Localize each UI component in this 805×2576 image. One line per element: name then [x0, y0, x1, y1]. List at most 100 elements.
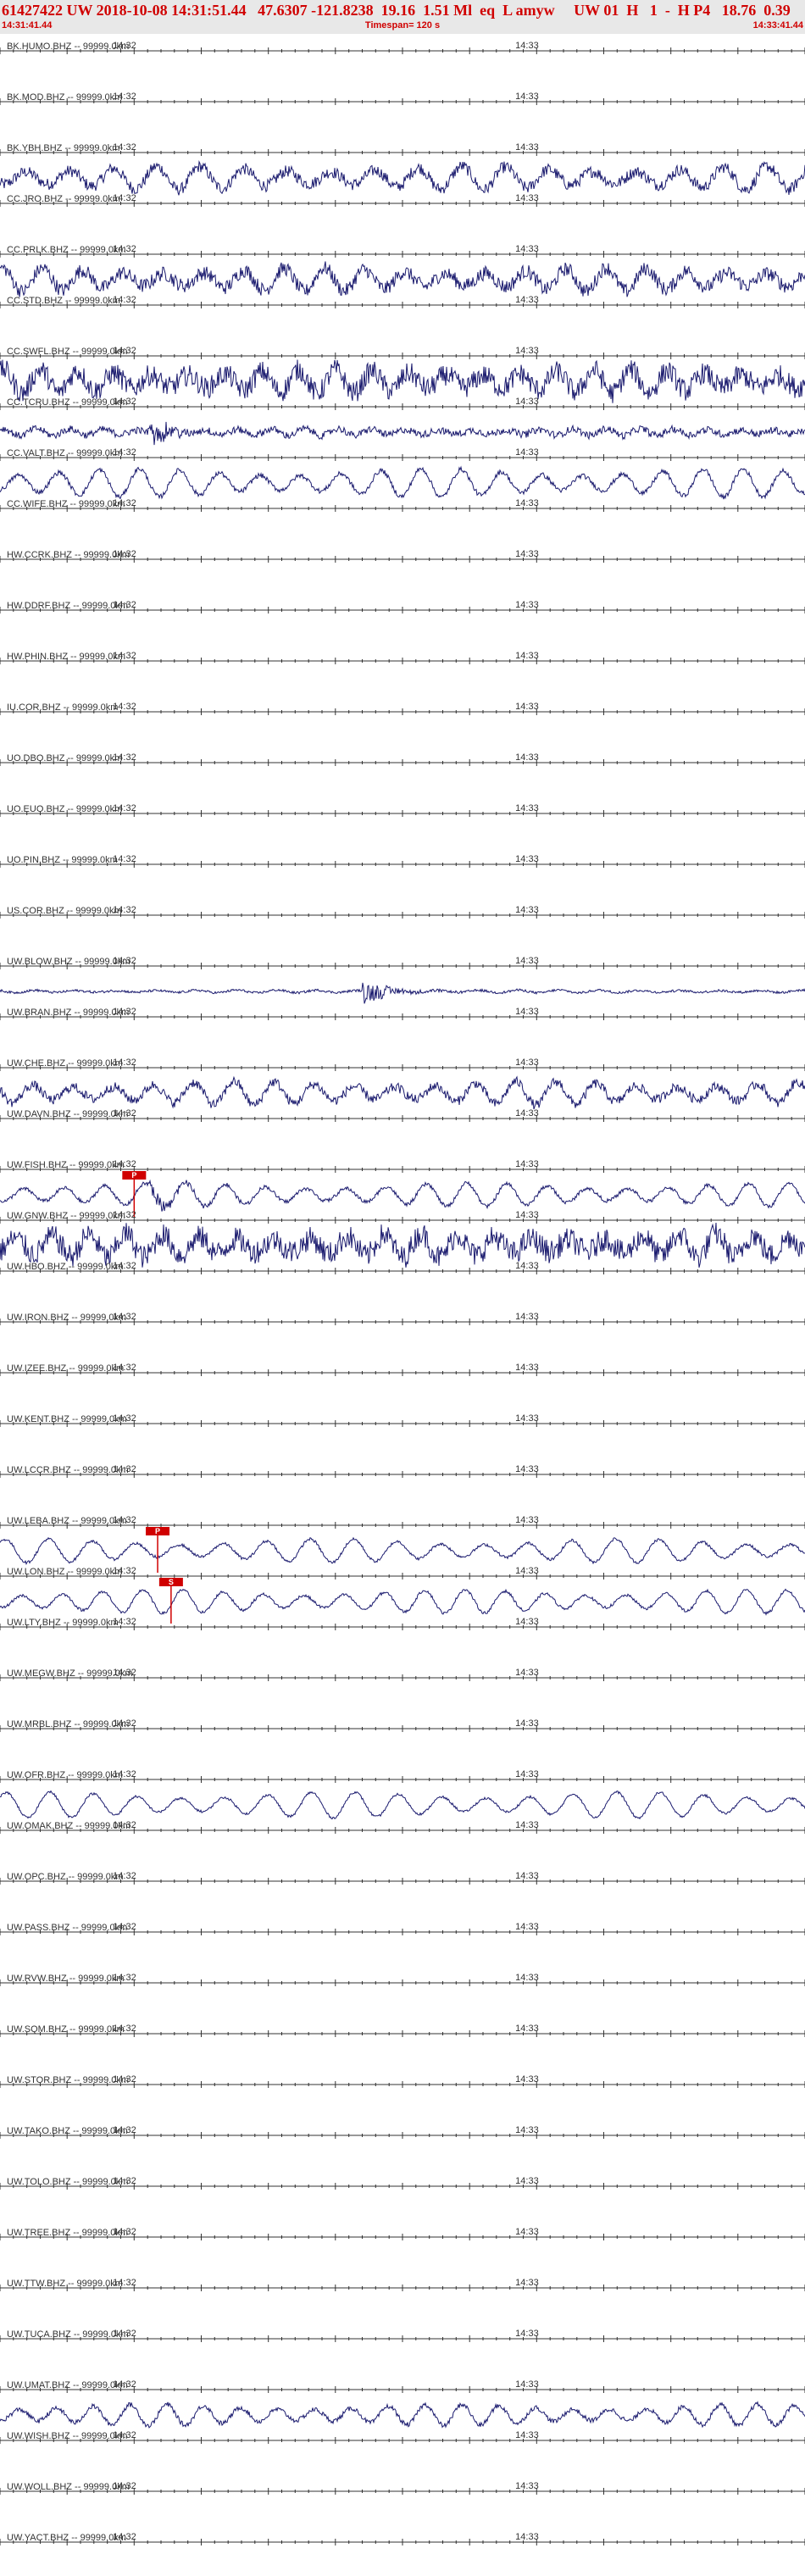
station-label: UW.OMAK.BHZ -- 99999.0km: [7, 1821, 130, 1831]
waveform-trace: [0, 1075, 805, 1110]
trace-row: 14:32 14:33UW.RVW.BHZ -- 99999.0km: [0, 1973, 805, 1986]
station-label: UW.HBO.BHZ -- 99999.0km: [7, 1262, 124, 1272]
station-label: UO.DBO.BHZ -- 99999.0km: [7, 753, 122, 763]
trace-row: 14:32 14:33UW.CHE.BHZ -- 99999.0km: [0, 1058, 805, 1110]
trace-row: 14:32 14:33UW.MEGW.BHZ -- 99999.0km: [0, 1668, 805, 1681]
station-label: UW.STOR.BHZ -- 99999.0km: [7, 2075, 129, 2085]
trace-row: 14:32 14:33UW.BLOW.BHZ -- 99999.0km: [0, 956, 805, 1004]
station-label: UW.BRAN.BHZ -- 99999.0km: [7, 1008, 129, 1018]
trace-row: 14:32 14:33UW.LEBA.BHZ -- 99999.0kmP: [0, 1515, 805, 1573]
trace-row: 14:32 14:33UW.IRON.BHZ -- 99999.0km: [0, 1312, 805, 1325]
time-tick-label: 14:33: [515, 397, 539, 407]
station-label: UW.MRBL.BHZ -- 99999.0km: [7, 1719, 129, 1729]
station-label: UW.TREE.BHZ -- 99999.0km: [7, 2228, 128, 2238]
time-tick-label: 14:33: [515, 1261, 539, 1271]
station-label: CC.VALT.BHZ -- 99999.0km: [7, 448, 123, 458]
waveform-trace: [0, 982, 805, 1004]
station-label: US.COR.BHZ -- 99999.0km: [7, 906, 122, 916]
time-tick-label: 14:33: [515, 600, 539, 610]
station-label: UW.WOLL.BHZ -- 99999.0km: [7, 2482, 130, 2492]
station-label: UW.GNW.BHZ -- 99999.0km: [7, 1211, 125, 1221]
time-tick-label: 14:33: [515, 905, 539, 915]
time-tick-label: 14:33: [515, 1617, 539, 1627]
station-label: CC.JRO.BHZ -- 99999.0km: [7, 194, 120, 204]
time-tick-label: 14:33: [515, 1007, 539, 1017]
waveform-trace: [0, 421, 805, 446]
station-label: UW.CHE.BHZ -- 99999.0km: [7, 1058, 123, 1069]
time-tick-label: 14:33: [515, 2074, 539, 2085]
time-tick-label: 14:33: [515, 2024, 539, 2034]
time-tick-label: 14:33: [515, 142, 539, 153]
time-tick-label: 14:33: [515, 295, 539, 305]
time-tick-label: 14:33: [515, 1363, 539, 1373]
trace-row: 14:32 14:33UW.FISH.BHZ -- 99999.0kmP: [0, 1159, 805, 1217]
station-label: UW.IRON.BHZ -- 99999.0km: [7, 1313, 126, 1323]
time-tick-label: 14:33: [515, 2329, 539, 2339]
trace-row: 14:32 14:33UW.LCCR.BHZ -- 99999.0km: [0, 1464, 805, 1478]
time-tick-label: 14:33: [515, 2176, 539, 2186]
waveform-trace: [0, 2401, 805, 2429]
time-tick-label: 14:33: [515, 498, 539, 508]
time-tick-label: 14:33: [515, 1210, 539, 1220]
trace-row: 14:32 14:33CC.VALT.BHZ -- 99999.0km: [0, 447, 805, 500]
time-tick-label: 14:33: [515, 1413, 539, 1424]
seismogram-plot: 14:32 14:33BK.HUMO.BHZ -- 99999.0km14:32 1…: [0, 41, 805, 2545]
time-tick-label: 14:33: [515, 2532, 539, 2542]
station-label: UW.UMAT.BHZ -- 99999.0km: [7, 2380, 128, 2390]
time-tick-label: 14:33: [515, 2481, 539, 2491]
station-label: CC.SWFL.BHZ -- 99999.0km: [7, 347, 127, 357]
waveform-trace: [0, 1790, 805, 1820]
station-label: CC.STD.BHZ -- 99999.0km: [7, 296, 120, 306]
station-label: UW.PASS.BHZ -- 99999.0km: [7, 1923, 127, 1933]
trace-row: 14:32 14:33US.COR.BHZ -- 99999.0km: [0, 905, 805, 919]
station-label: UW.RVW.BHZ -- 99999.0km: [7, 1974, 125, 1984]
time-tick-label: 14:33: [515, 2430, 539, 2440]
station-label: IU.COR.BHZ -- 99999.0km: [7, 702, 118, 713]
station-label: UW.YACT.BHZ -- 99999.0km: [7, 2533, 126, 2543]
end-time: 14:33:41.44: [752, 20, 803, 31]
trace-row: 14:32 14:33UW.OFR.BHZ -- 99999.0km: [0, 1769, 805, 1820]
time-tick-label: 14:33: [515, 803, 539, 813]
phase-pick-label: S: [169, 1578, 174, 1586]
trace-row: 14:32 14:33UW.WOLL.BHZ -- 99999.0km: [0, 2481, 805, 2495]
time-tick-label: 14:33: [515, 92, 539, 102]
time-tick-label: 14:33: [515, 1973, 539, 1983]
trace-row: 14:32 14:33UW.UMAT.BHZ -- 99999.0km: [0, 2379, 805, 2429]
station-label: BK.MOD.BHZ -- 99999.0km: [7, 92, 122, 103]
station-label: UW.IZEE.BHZ -- 99999.0km: [7, 1363, 124, 1374]
trace-row: 14:32 14:33UO.DBO.BHZ -- 99999.0km: [0, 752, 805, 766]
time-tick-label: 14:33: [515, 1566, 539, 1576]
trace-row: 14:32 14:33UW.SQM.BHZ -- 99999.0km: [0, 2024, 805, 2037]
station-label: UW.LEBA.BHZ -- 99999.0km: [7, 1516, 127, 1526]
station-label: UW.TOLO.BHZ -- 99999.0km: [7, 2177, 128, 2187]
trace-row: 14:32 14:33UW.TAKO.BHZ -- 99999.0km: [0, 2125, 805, 2139]
time-tick-label: 14:33: [515, 956, 539, 966]
time-tick-label: 14:33: [515, 1058, 539, 1068]
station-label: UW.BLOW.BHZ -- 99999.0km: [7, 957, 130, 967]
time-tick-label: 14:33: [515, 346, 539, 356]
trace-row: 14:32 14:33CC.JRO.BHZ -- 99999.0km: [0, 193, 805, 207]
waveform-trace: [0, 261, 805, 297]
time-tick-label: 14:33: [515, 2278, 539, 2288]
station-label: HW.DDRF.BHZ -- 99999.0km: [7, 601, 128, 611]
time-tick-label: 14:33: [515, 447, 539, 458]
event-title: 61427422 UW 2018-10-08 14:31:51.44 47.63…: [2, 2, 791, 19]
station-label: UW.DAVN.BHZ -- 99999.0km: [7, 1109, 128, 1119]
station-label: UW.MEGW.BHZ -- 99999.0km: [7, 1668, 133, 1679]
trace-row: 14:32 14:33CC.WIFE.BHZ -- 99999.0km: [0, 498, 805, 512]
time-tick-label: 14:33: [515, 1718, 539, 1729]
station-label: UW.OFR.BHZ -- 99999.0km: [7, 1770, 123, 1780]
trace-row: 14:32 14:33UW.HBO.BHZ -- 99999.0km: [0, 1261, 805, 1274]
waveform-trace: [0, 465, 805, 500]
station-label: UW.SQM.BHZ -- 99999.0km: [7, 2024, 125, 2035]
trace-row: 14:32 14:33UW.KENT.BHZ -- 99999.0km: [0, 1413, 805, 1427]
trace-row: 14:32 14:33UW.TUCA.BHZ -- 99999.0km: [0, 2329, 805, 2342]
waveform-trace: [0, 1588, 805, 1616]
waveform-trace: [0, 1179, 805, 1212]
trace-row: 14:32 14:33UW.LON.BHZ -- 99999.0kmS: [0, 1566, 805, 1624]
station-label: UW.LTY.BHZ -- 99999.0km: [7, 1618, 119, 1628]
time-tick-label: 14:33: [515, 1922, 539, 1932]
phase-pick-label: P: [131, 1171, 136, 1180]
time-tick-label: 14:33: [515, 2227, 539, 2237]
trace-row: 14:32 14:33UO.PIN.BHZ -- 99999.0km: [0, 854, 805, 868]
